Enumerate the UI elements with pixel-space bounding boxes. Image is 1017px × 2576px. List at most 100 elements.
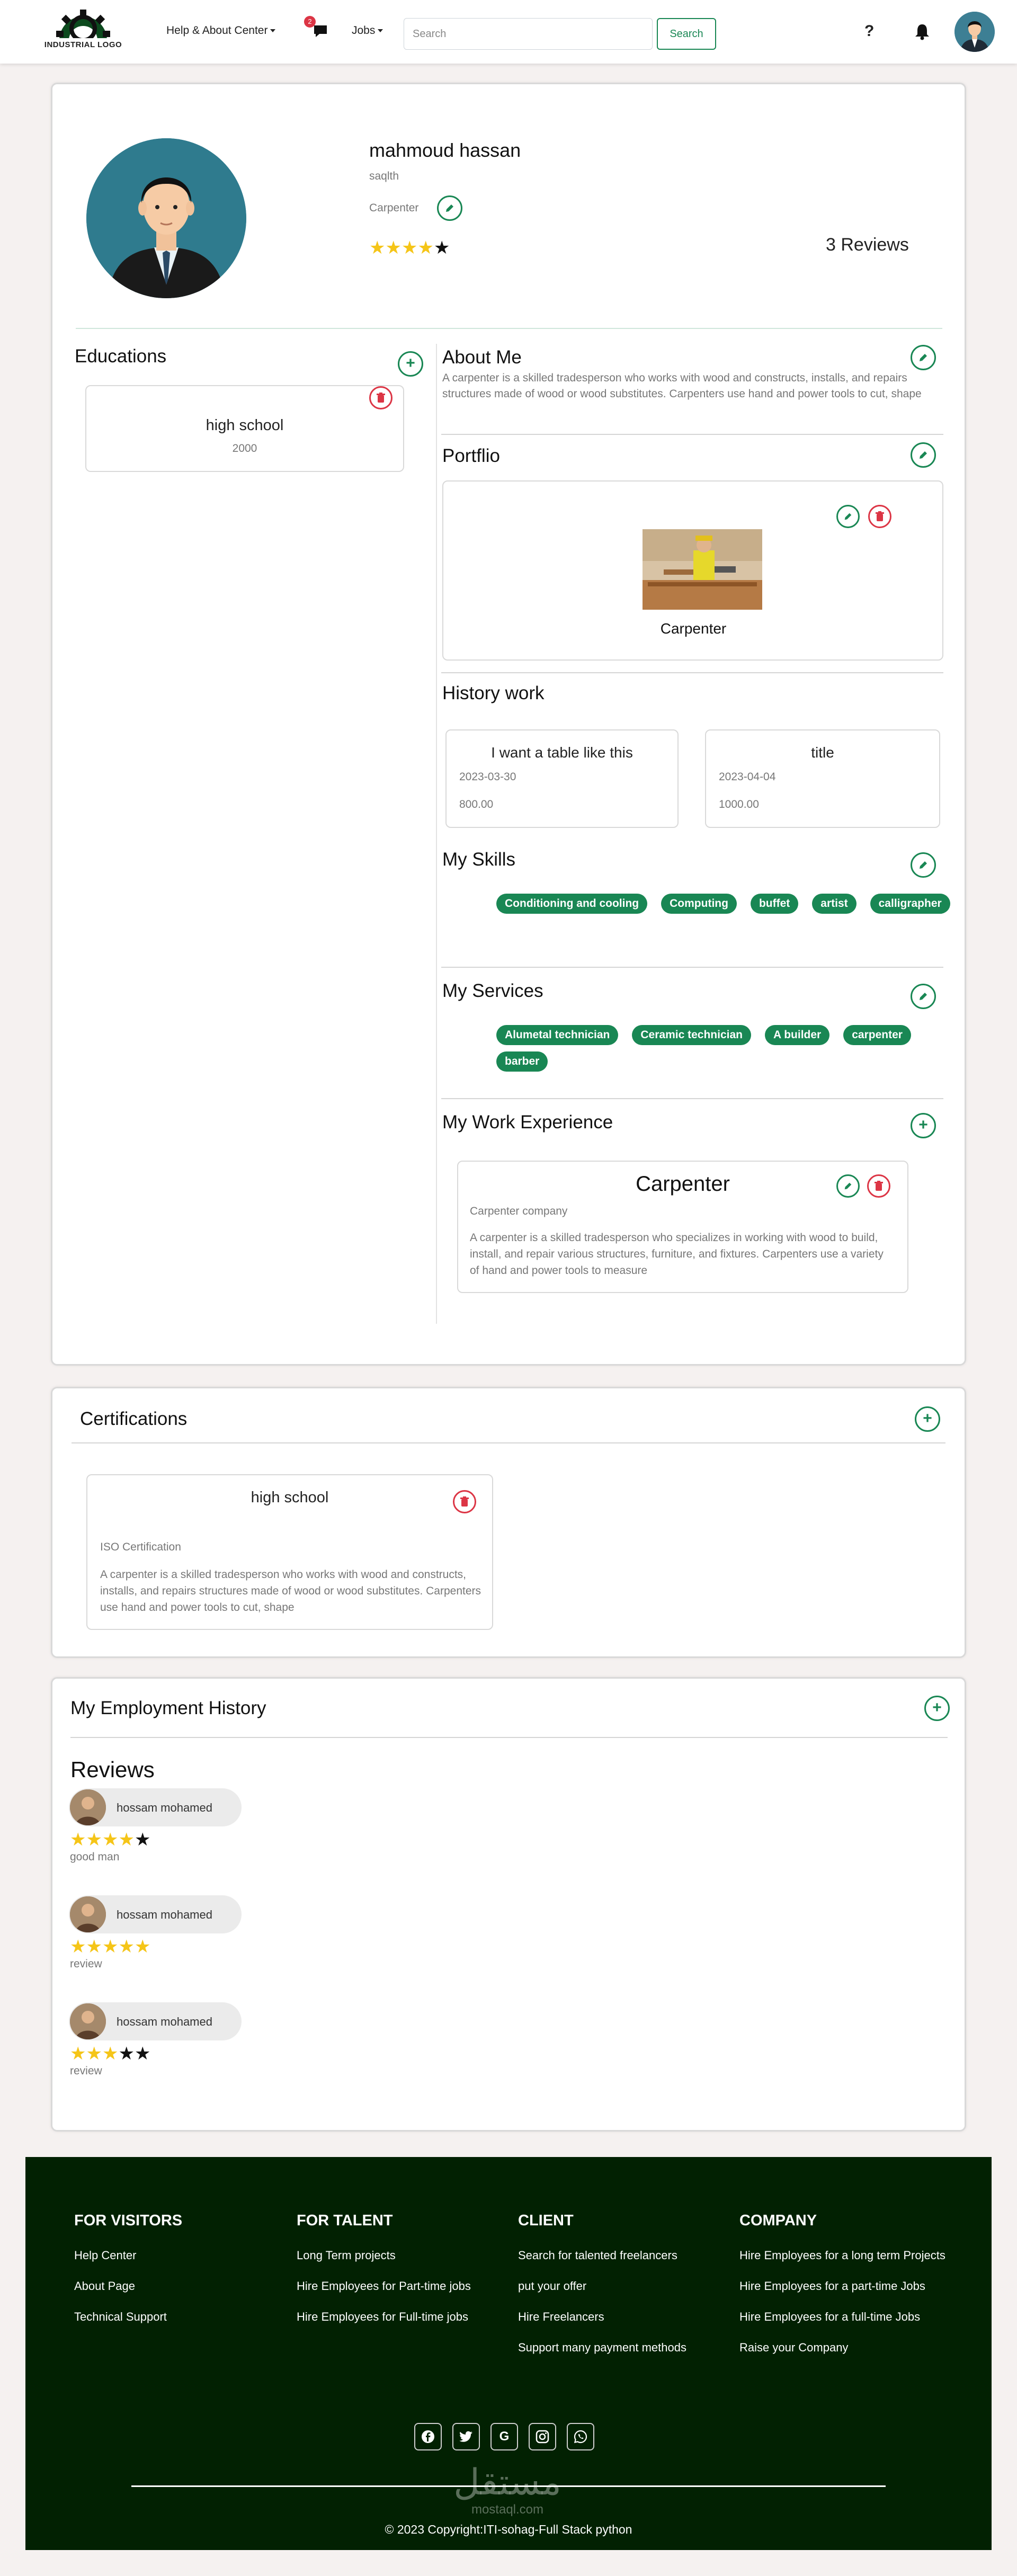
about-title: About Me	[442, 347, 522, 368]
facebook-icon[interactable]	[414, 2423, 442, 2450]
edit-experience-button[interactable]	[836, 1174, 860, 1198]
reviewer-chip[interactable]: hossam mohamed	[69, 1895, 242, 1933]
history-price: 800.00	[459, 798, 494, 810]
delete-education-button[interactable]	[369, 386, 392, 409]
experience-company: Carpenter company	[470, 1205, 568, 1217]
reviewer-name: hossam mohamed	[117, 1801, 212, 1814]
star-icon: ★	[417, 238, 434, 258]
delete-certification-button[interactable]	[453, 1490, 476, 1513]
delete-experience-button[interactable]	[867, 1174, 890, 1198]
footer-link[interactable]: Technical Support	[74, 2309, 286, 2325]
service-pill: Alumetal technician	[496, 1025, 619, 1045]
service-pill: carpenter	[843, 1025, 911, 1045]
skills-list: Conditioning and cooling Computing buffet a…	[496, 894, 984, 920]
trash-icon	[377, 393, 385, 403]
footer-link[interactable]: Hire Employees for a part-time Jobs	[739, 2278, 951, 2294]
edit-portfolio-button[interactable]	[911, 442, 936, 468]
edit-portfolio-item-button[interactable]	[836, 505, 860, 528]
edit-services-button[interactable]	[911, 984, 936, 1009]
review-rating-stars: ★ ★ ★ ★ ★	[70, 1831, 150, 1849]
reviews-count: 3 Reviews	[826, 235, 909, 255]
education-year: 2000	[232, 442, 257, 454]
edit-skills-button[interactable]	[911, 852, 936, 878]
certification-description: A carpenter is a skilled tradesperson wh…	[100, 1568, 481, 1614]
portfolio-title: Portflio	[442, 445, 500, 466]
footer-link[interactable]: Hire Freelancers	[518, 2309, 730, 2325]
column-divider	[436, 344, 437, 1324]
add-experience-button[interactable]: +	[911, 1113, 936, 1138]
jobs-label: Jobs	[352, 24, 376, 37]
footer-link[interactable]: Hire Employees for Full-time jobs	[297, 2309, 508, 2325]
footer-heading: CLIENT	[518, 2212, 574, 2229]
copyright-text: © 2023 Copyright:ITI-sohag-Full Stack py…	[385, 2522, 632, 2536]
star-icon: ★	[118, 1830, 135, 1850]
search-input[interactable]	[404, 18, 653, 50]
portfolio-image[interactable]	[643, 529, 762, 610]
messages-button[interactable]: 2	[304, 16, 331, 41]
certification-type: ISO Certification	[100, 1541, 181, 1553]
reviewer-chip[interactable]: hossam mohamed	[69, 2002, 242, 2040]
whatsapp-icon[interactable]	[567, 2423, 594, 2450]
educations-title: Educations	[75, 346, 167, 367]
footer-link[interactable]: Hire Employees for a long term Projects	[739, 2248, 951, 2263]
jobs-dropdown[interactable]: Jobs	[352, 24, 383, 37]
pencil-icon	[920, 354, 927, 361]
star-icon: ★	[70, 2044, 86, 2064]
footer-link[interactable]: Long Term projects	[297, 2248, 508, 2263]
help-about-dropdown[interactable]: Help & About Center	[166, 24, 276, 37]
history-card[interactable]: title 2023-04-04 1000.00	[705, 729, 940, 828]
footer-link[interactable]: About Page	[74, 2278, 286, 2294]
google-icon[interactable]: G	[490, 2423, 518, 2450]
bell-icon[interactable]	[914, 23, 930, 40]
user-avatar[interactable]	[954, 12, 995, 52]
reviewer-chip[interactable]: hossam mohamed	[69, 1788, 242, 1826]
profile-title: Carpenter	[369, 202, 419, 214]
review-text: good man	[70, 1851, 120, 1863]
help-question-icon[interactable]: ?	[864, 22, 874, 40]
footer-link[interactable]: Raise your Company	[739, 2340, 951, 2356]
divider	[70, 1737, 948, 1738]
education-name: high school	[206, 417, 284, 434]
add-certification-button[interactable]: +	[915, 1406, 940, 1432]
edit-profile-button[interactable]	[437, 195, 462, 221]
navbar: INDUSTRIAL LOGO Help & About Center 2 Jo…	[0, 0, 1017, 64]
star-icon: ★	[86, 2044, 102, 2064]
profile-location: saqlth	[369, 170, 399, 182]
star-icon: ★	[134, 2044, 151, 2064]
about-text: A carpenter is a skilled tradesperson wh…	[442, 372, 922, 400]
footer-heading: FOR TALENT	[297, 2212, 393, 2229]
edit-about-button[interactable]	[911, 345, 936, 370]
delete-portfolio-item-button[interactable]	[868, 505, 891, 528]
twitter-icon[interactable]	[452, 2423, 480, 2450]
skill-pill: Computing	[661, 894, 737, 914]
pencil-icon	[844, 513, 852, 520]
history-card[interactable]: I want a table like this 2023-03-30 800.…	[445, 729, 679, 828]
footer-link[interactable]: Support many payment methods	[518, 2340, 730, 2356]
review-text: review	[70, 1958, 102, 1970]
footer-link[interactable]: Help Center	[74, 2248, 286, 2263]
reviews-title: Reviews	[70, 1757, 155, 1782]
education-card: high school 2000	[85, 385, 404, 472]
star-icon: ★	[134, 1937, 151, 1957]
footer-link[interactable]: Search for talented freelancers	[518, 2248, 730, 2263]
search-button[interactable]: Search	[657, 18, 716, 50]
plus-icon: +	[923, 1409, 932, 1427]
footer-link[interactable]: Hire Employees for Part-time jobs	[297, 2278, 508, 2294]
watermark-latin: mostaql.com	[471, 2502, 544, 2517]
instagram-icon[interactable]	[529, 2423, 556, 2450]
footer-link[interactable]: put your offer	[518, 2278, 730, 2294]
reviewer-name: hossam mohamed	[117, 2015, 212, 2028]
brand-logo[interactable]: INDUSTRIAL LOGO	[43, 7, 123, 55]
employment-title: My Employment History	[70, 1698, 266, 1718]
help-about-label: Help & About Center	[166, 24, 268, 37]
footer-link[interactable]: Hire Employees for a full-time Jobs	[739, 2309, 951, 2325]
history-date: 2023-04-04	[719, 771, 776, 783]
star-icon: ★	[70, 1937, 86, 1957]
add-education-button[interactable]: +	[398, 351, 423, 377]
reviewer-avatar	[70, 2003, 106, 2039]
add-employment-button[interactable]: +	[924, 1696, 950, 1721]
divider	[76, 328, 942, 329]
star-icon: ★	[102, 2044, 119, 2064]
star-icon: ★	[385, 238, 402, 258]
avatar-man-icon	[954, 12, 995, 52]
